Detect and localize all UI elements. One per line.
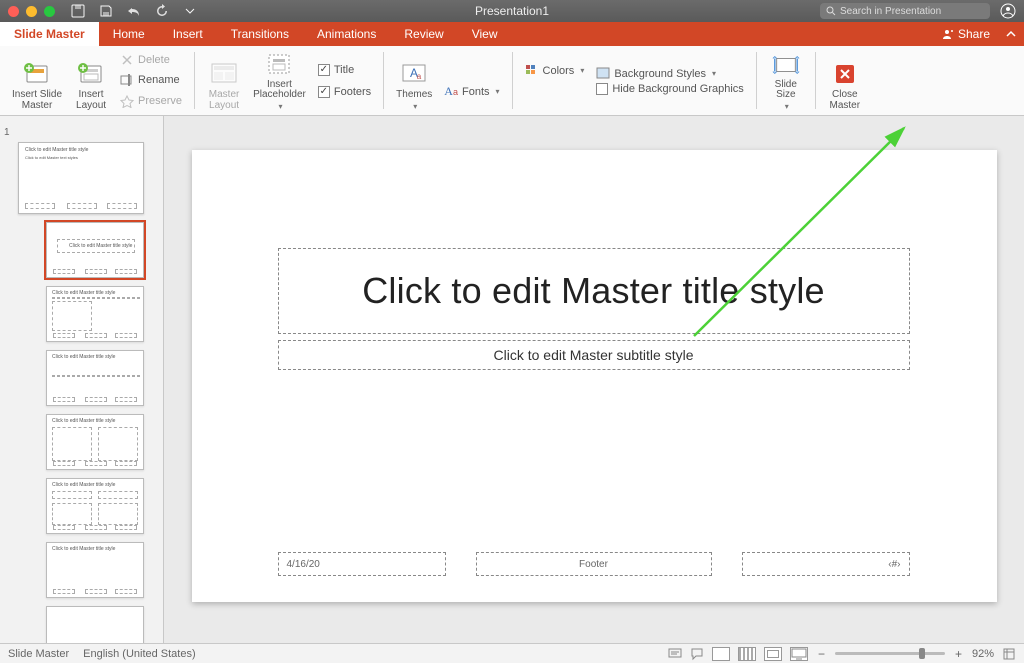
- chevron-down-icon: ▾: [413, 103, 417, 111]
- undo-icon[interactable]: [125, 2, 143, 20]
- master-layout-button[interactable]: Master Layout: [201, 48, 247, 113]
- slideshow-view-icon[interactable]: [790, 647, 808, 661]
- subtitle-placeholder[interactable]: Click to edit Master subtitle style: [278, 340, 910, 370]
- slide-canvas[interactable]: Click to edit Master title style Click t…: [192, 150, 997, 602]
- autosave-icon[interactable]: [69, 2, 87, 20]
- fonts-button[interactable]: Aa Fonts▾: [442, 83, 501, 100]
- notes-button-icon[interactable]: [668, 647, 682, 661]
- title-checkbox[interactable]: ✓ Title: [316, 59, 373, 81]
- footers-checkbox[interactable]: ✓ Footers: [316, 81, 373, 103]
- slide-size-button[interactable]: Slide Size▾: [763, 48, 809, 113]
- status-mode: Slide Master: [8, 648, 69, 660]
- status-bar: Slide Master English (United States) − +…: [0, 643, 1024, 663]
- hide-background-checkbox[interactable]: Hide Background Graphics: [594, 82, 745, 96]
- close-master-icon: [831, 60, 859, 88]
- layout-thumbnail-3[interactable]: Click to edit Master title style: [46, 350, 144, 406]
- insert-slide-master-icon: [23, 60, 51, 88]
- tab-animations[interactable]: Animations: [303, 22, 390, 46]
- master-index: 1: [4, 127, 10, 138]
- insert-placeholder-button[interactable]: Insert Placeholder▾: [247, 48, 312, 113]
- qat-overflow-icon[interactable]: [181, 2, 199, 20]
- themes-icon: Aa: [400, 60, 428, 88]
- search-placeholder: Search in Presentation: [840, 6, 941, 17]
- colors-icon: [525, 64, 539, 78]
- window-minimize-icon[interactable]: [26, 6, 37, 17]
- window-close-icon[interactable]: [8, 6, 19, 17]
- quick-access-toolbar: [69, 2, 199, 20]
- insert-slide-master-button[interactable]: Insert Slide Master: [6, 48, 68, 113]
- reading-view-icon[interactable]: [764, 647, 782, 661]
- comments-button-icon[interactable]: [690, 647, 704, 661]
- title-placeholder[interactable]: Click to edit Master title style: [278, 248, 910, 334]
- svg-text:a: a: [417, 72, 422, 81]
- zoom-thumb-icon[interactable]: [919, 648, 925, 659]
- layout-thumbnail-4[interactable]: Click to edit Master title style: [46, 414, 144, 470]
- tab-review[interactable]: Review: [390, 22, 457, 46]
- themes-button[interactable]: Aa Themes▾: [390, 48, 438, 113]
- tab-home[interactable]: Home: [99, 22, 159, 46]
- tab-transitions[interactable]: Transitions: [217, 22, 303, 46]
- background-styles-button[interactable]: Background Styles▾: [594, 66, 745, 82]
- rename-button[interactable]: Rename: [118, 70, 184, 90]
- redo-icon[interactable]: [153, 2, 171, 20]
- workspace: 1 Click to edit Master title style Click…: [0, 116, 1024, 643]
- colors-button[interactable]: Colors▾: [523, 63, 587, 79]
- fonts-icon: Aa: [444, 84, 458, 99]
- insert-placeholder-icon: [265, 52, 293, 78]
- status-language[interactable]: English (United States): [83, 648, 196, 660]
- normal-view-icon[interactable]: [712, 647, 730, 661]
- zoom-in-button[interactable]: +: [953, 647, 964, 661]
- fit-to-window-icon[interactable]: [1002, 647, 1016, 661]
- layout-thumbnail-5[interactable]: Click to edit Master title style: [46, 478, 144, 534]
- zoom-out-button[interactable]: −: [816, 647, 827, 661]
- chevron-down-icon: ▾: [496, 87, 500, 96]
- tab-slide-master[interactable]: Slide Master: [0, 22, 99, 46]
- background-styles-icon: [596, 67, 610, 81]
- ribbon-tabs: Slide Master Home Insert Transitions Ani…: [0, 22, 1024, 46]
- account-icon[interactable]: [998, 1, 1018, 21]
- tab-view[interactable]: View: [458, 22, 512, 46]
- close-master-button[interactable]: Close Master: [822, 48, 868, 113]
- window-zoom-icon[interactable]: [44, 6, 55, 17]
- checkbox-unchecked-icon: [596, 83, 608, 95]
- search-icon: [826, 6, 836, 16]
- delete-icon: [120, 53, 134, 67]
- insert-layout-icon: [77, 60, 105, 88]
- chevron-down-icon: ▾: [580, 66, 584, 75]
- slide-canvas-area[interactable]: Click to edit Master title style Click t…: [164, 116, 1024, 643]
- checkbox-checked-icon: ✓: [318, 64, 330, 76]
- footer-placeholder[interactable]: Footer: [476, 552, 712, 576]
- master-thumbnail[interactable]: Click to edit Master title style Click t…: [18, 142, 144, 214]
- zoom-level[interactable]: 92%: [972, 648, 994, 660]
- rename-icon: [120, 73, 134, 87]
- delete-button[interactable]: Delete: [118, 50, 184, 70]
- checkbox-checked-icon: ✓: [318, 86, 330, 98]
- chevron-down-icon: ▾: [785, 103, 789, 111]
- window-controls: [0, 6, 55, 17]
- thumbnail-pane[interactable]: 1 Click to edit Master title style Click…: [0, 116, 164, 643]
- date-placeholder[interactable]: 4/16/20: [278, 552, 446, 576]
- share-icon: [942, 28, 954, 40]
- preserve-icon: [120, 94, 134, 108]
- slide-number-placeholder[interactable]: ‹#›: [742, 552, 910, 576]
- search-input[interactable]: Search in Presentation: [820, 3, 990, 19]
- ribbon: Insert Slide Master Insert Layout Delete…: [0, 46, 1024, 116]
- zoom-slider[interactable]: [835, 652, 945, 655]
- insert-layout-button[interactable]: Insert Layout: [68, 48, 114, 113]
- preserve-button[interactable]: Preserve: [118, 91, 184, 111]
- chevron-down-icon: ▾: [278, 103, 282, 111]
- share-button[interactable]: Share: [934, 22, 998, 46]
- titlebar: Presentation1 Search in Presentation: [0, 0, 1024, 22]
- layout-thumbnail-1[interactable]: Click to edit Master title style: [46, 222, 144, 278]
- layout-thumbnail-6[interactable]: Click to edit Master title style: [46, 542, 144, 598]
- collapse-ribbon-icon[interactable]: [998, 22, 1024, 46]
- layout-thumbnail-2[interactable]: Click to edit Master title style: [46, 286, 144, 342]
- sorter-view-icon[interactable]: [738, 647, 756, 661]
- master-layout-icon: [210, 60, 238, 88]
- chevron-down-icon: ▾: [712, 69, 716, 78]
- save-icon[interactable]: [97, 2, 115, 20]
- slide-size-icon: [772, 52, 800, 78]
- tab-insert[interactable]: Insert: [159, 22, 217, 46]
- layout-thumbnail-7[interactable]: [46, 606, 144, 643]
